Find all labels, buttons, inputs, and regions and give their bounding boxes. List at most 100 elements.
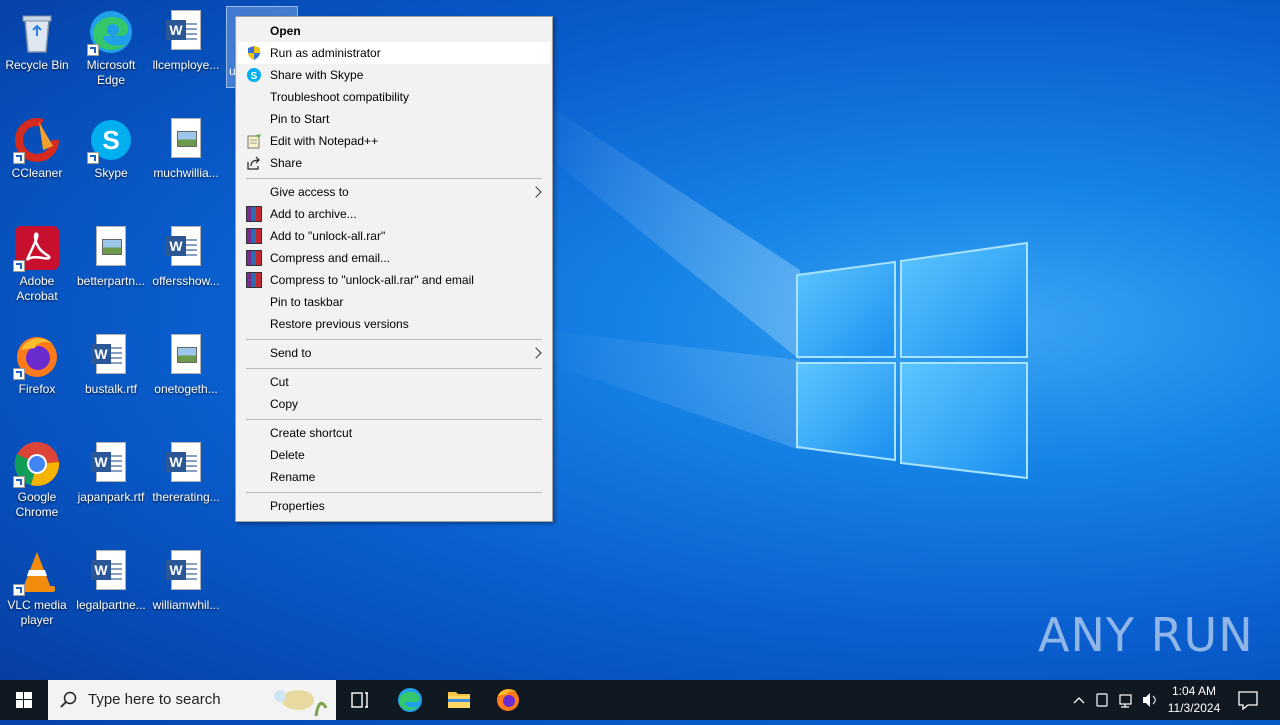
menu-item-give-access-to[interactable]: Give access to: [238, 181, 550, 203]
desktop-icon-betterpartn[interactable]: betterpartn...: [75, 224, 147, 289]
desktop-icon-adobe-acrobat[interactable]: Adobe Acrobat: [1, 224, 73, 304]
desktop-icon-skype[interactable]: S Skype: [75, 116, 147, 181]
shortcut-arrow-icon: [87, 152, 99, 164]
desktop-icon-label: muchwillia...: [153, 166, 219, 180]
desktop-icon-thererating[interactable]: W thererating...: [150, 440, 222, 505]
desktop-icon-label: Google Chrome: [15, 490, 59, 519]
desktop-icon-bustalk[interactable]: W bustalk.rtf: [75, 332, 147, 397]
menu-item-label: Delete: [270, 448, 305, 462]
menu-item-properties[interactable]: Properties: [238, 495, 550, 517]
menu-item-compress-to-rar-and-email[interactable]: Compress to "unlock-all.rar" and email: [238, 269, 550, 291]
desktop-icon-microsoft-edge[interactable]: Microsoft Edge: [75, 8, 147, 88]
desktop-icon-recycle-bin[interactable]: Recycle Bin: [1, 8, 73, 73]
word-document-icon: W: [162, 548, 210, 596]
menu-item-label: Troubleshoot compatibility: [270, 90, 409, 104]
menu-item-troubleshoot-compatibility[interactable]: Troubleshoot compatibility: [238, 86, 550, 108]
action-center-button[interactable]: [1228, 680, 1276, 720]
winrar-icon: [246, 250, 262, 266]
desktop-icon-label: Skype: [94, 166, 128, 180]
taskbar-edge[interactable]: [386, 680, 434, 720]
desktop-icon-offersshow[interactable]: W offersshow...: [150, 224, 222, 289]
menu-item-label: Give access to: [270, 185, 349, 199]
menu-item-cut[interactable]: Cut: [238, 371, 550, 393]
desktop-icon-legalpartne[interactable]: W legalpartne...: [75, 548, 147, 613]
menu-item-restore-previous-versions[interactable]: Restore previous versions: [238, 313, 550, 335]
menu-item-delete[interactable]: Delete: [238, 444, 550, 466]
menu-item-share-with-skype[interactable]: S Share with Skype: [238, 64, 550, 86]
image-file-icon: [87, 224, 135, 272]
menu-item-send-to[interactable]: Send to: [238, 342, 550, 364]
desktop-icon-label: legalpartne...: [76, 598, 146, 612]
system-tray: [1068, 680, 1160, 720]
menu-item-add-to-unlock-all-rar[interactable]: Add to "unlock-all.rar": [238, 225, 550, 247]
winrar-icon: [246, 228, 262, 244]
taskbar-clock[interactable]: 1:04 AM 11/3/2024: [1160, 683, 1228, 717]
desktop-icon-label: CCleaner: [11, 166, 63, 180]
chevron-right-icon: [530, 186, 542, 198]
menu-item-label: Restore previous versions: [270, 317, 409, 331]
taskbar-file-explorer[interactable]: [435, 680, 483, 720]
desktop-icon-vlc-media-player[interactable]: VLC media player: [1, 548, 73, 628]
shortcut-arrow-icon: [13, 476, 25, 488]
desktop-icon-label: onetogeth...: [154, 382, 218, 396]
menu-separator: [246, 178, 542, 179]
word-document-icon: W: [162, 8, 210, 56]
clock-date: 11/3/2024: [1167, 701, 1221, 715]
menu-item-edit-with-notepadpp[interactable]: Edit with Notepad++: [238, 130, 550, 152]
menu-separator: [246, 368, 542, 369]
menu-item-share[interactable]: Share: [238, 152, 550, 174]
desktop-icon-williamwhil[interactable]: W williamwhil...: [150, 548, 222, 613]
menu-item-run-as-administrator[interactable]: Run as administrator: [238, 42, 550, 64]
menu-item-label: Open: [270, 24, 301, 38]
firefox-icon: [13, 332, 61, 380]
menu-item-rename[interactable]: Rename: [238, 466, 550, 488]
chevron-right-icon: [530, 347, 542, 359]
anyrun-watermark: ANY RUN: [1038, 608, 1254, 662]
taskbar-firefox[interactable]: [484, 680, 532, 720]
folder-icon: [448, 692, 470, 708]
svg-text:S: S: [102, 125, 119, 155]
search-placeholder: Type here to search: [88, 691, 221, 708]
menu-item-pin-to-start[interactable]: Pin to Start: [238, 108, 550, 130]
desktop-icon-google-chrome[interactable]: Google Chrome: [1, 440, 73, 520]
desktop-icon-label: bustalk.rtf: [84, 382, 138, 396]
desktop-icon-label: Recycle Bin: [5, 58, 69, 72]
menu-item-open[interactable]: Open: [238, 20, 550, 42]
task-view-button[interactable]: [336, 680, 384, 720]
start-button[interactable]: [0, 680, 48, 720]
desktop-icon-muchwillia[interactable]: muchwillia...: [150, 116, 222, 181]
desktop-icon-label: Microsoft Edge: [86, 58, 136, 87]
word-document-icon: W: [87, 440, 135, 488]
tray-icons: [1073, 693, 1156, 708]
menu-item-copy[interactable]: Copy: [238, 393, 550, 415]
desktop-icon-firefox[interactable]: Firefox: [1, 332, 73, 397]
word-document-icon: W: [87, 332, 135, 380]
svg-text:S: S: [251, 71, 258, 82]
menu-item-create-shortcut[interactable]: Create shortcut: [238, 422, 550, 444]
shortcut-arrow-icon: [13, 260, 25, 272]
menu-item-add-to-archive[interactable]: Add to archive...: [238, 203, 550, 225]
desktop-icon-onetogeth[interactable]: onetogeth...: [150, 332, 222, 397]
context-menu: Open Run as administrator S Share with S…: [235, 16, 553, 522]
menu-item-pin-to-taskbar[interactable]: Pin to taskbar: [238, 291, 550, 313]
desktop-icon-ccleaner[interactable]: CCleaner: [1, 116, 73, 181]
recycle-bin-icon: [13, 8, 61, 56]
word-document-icon: W: [162, 440, 210, 488]
menu-item-label: Compress to "unlock-all.rar" and email: [270, 273, 474, 287]
edge-icon: [398, 688, 422, 712]
menu-item-label: Send to: [270, 346, 312, 360]
desktop-icon-llcemploye[interactable]: W llcemploye...: [150, 8, 222, 73]
word-document-icon: W: [162, 224, 210, 272]
shortcut-arrow-icon: [13, 584, 25, 596]
image-file-icon: [162, 332, 210, 380]
menu-item-compress-and-email[interactable]: Compress and email...: [238, 247, 550, 269]
menu-separator: [246, 492, 542, 493]
menu-item-label: Compress and email...: [270, 251, 391, 265]
desktop-icon-japanpark[interactable]: W japanpark.rtf: [75, 440, 147, 505]
skype-icon: S: [87, 116, 135, 164]
menu-separator: [246, 339, 542, 340]
taskbar-search-box[interactable]: Type here to search: [48, 680, 336, 720]
menu-item-label: Share: [270, 156, 303, 170]
search-highlight-illustration: [274, 690, 328, 717]
desktop-icon-label: williamwhil...: [152, 598, 220, 612]
